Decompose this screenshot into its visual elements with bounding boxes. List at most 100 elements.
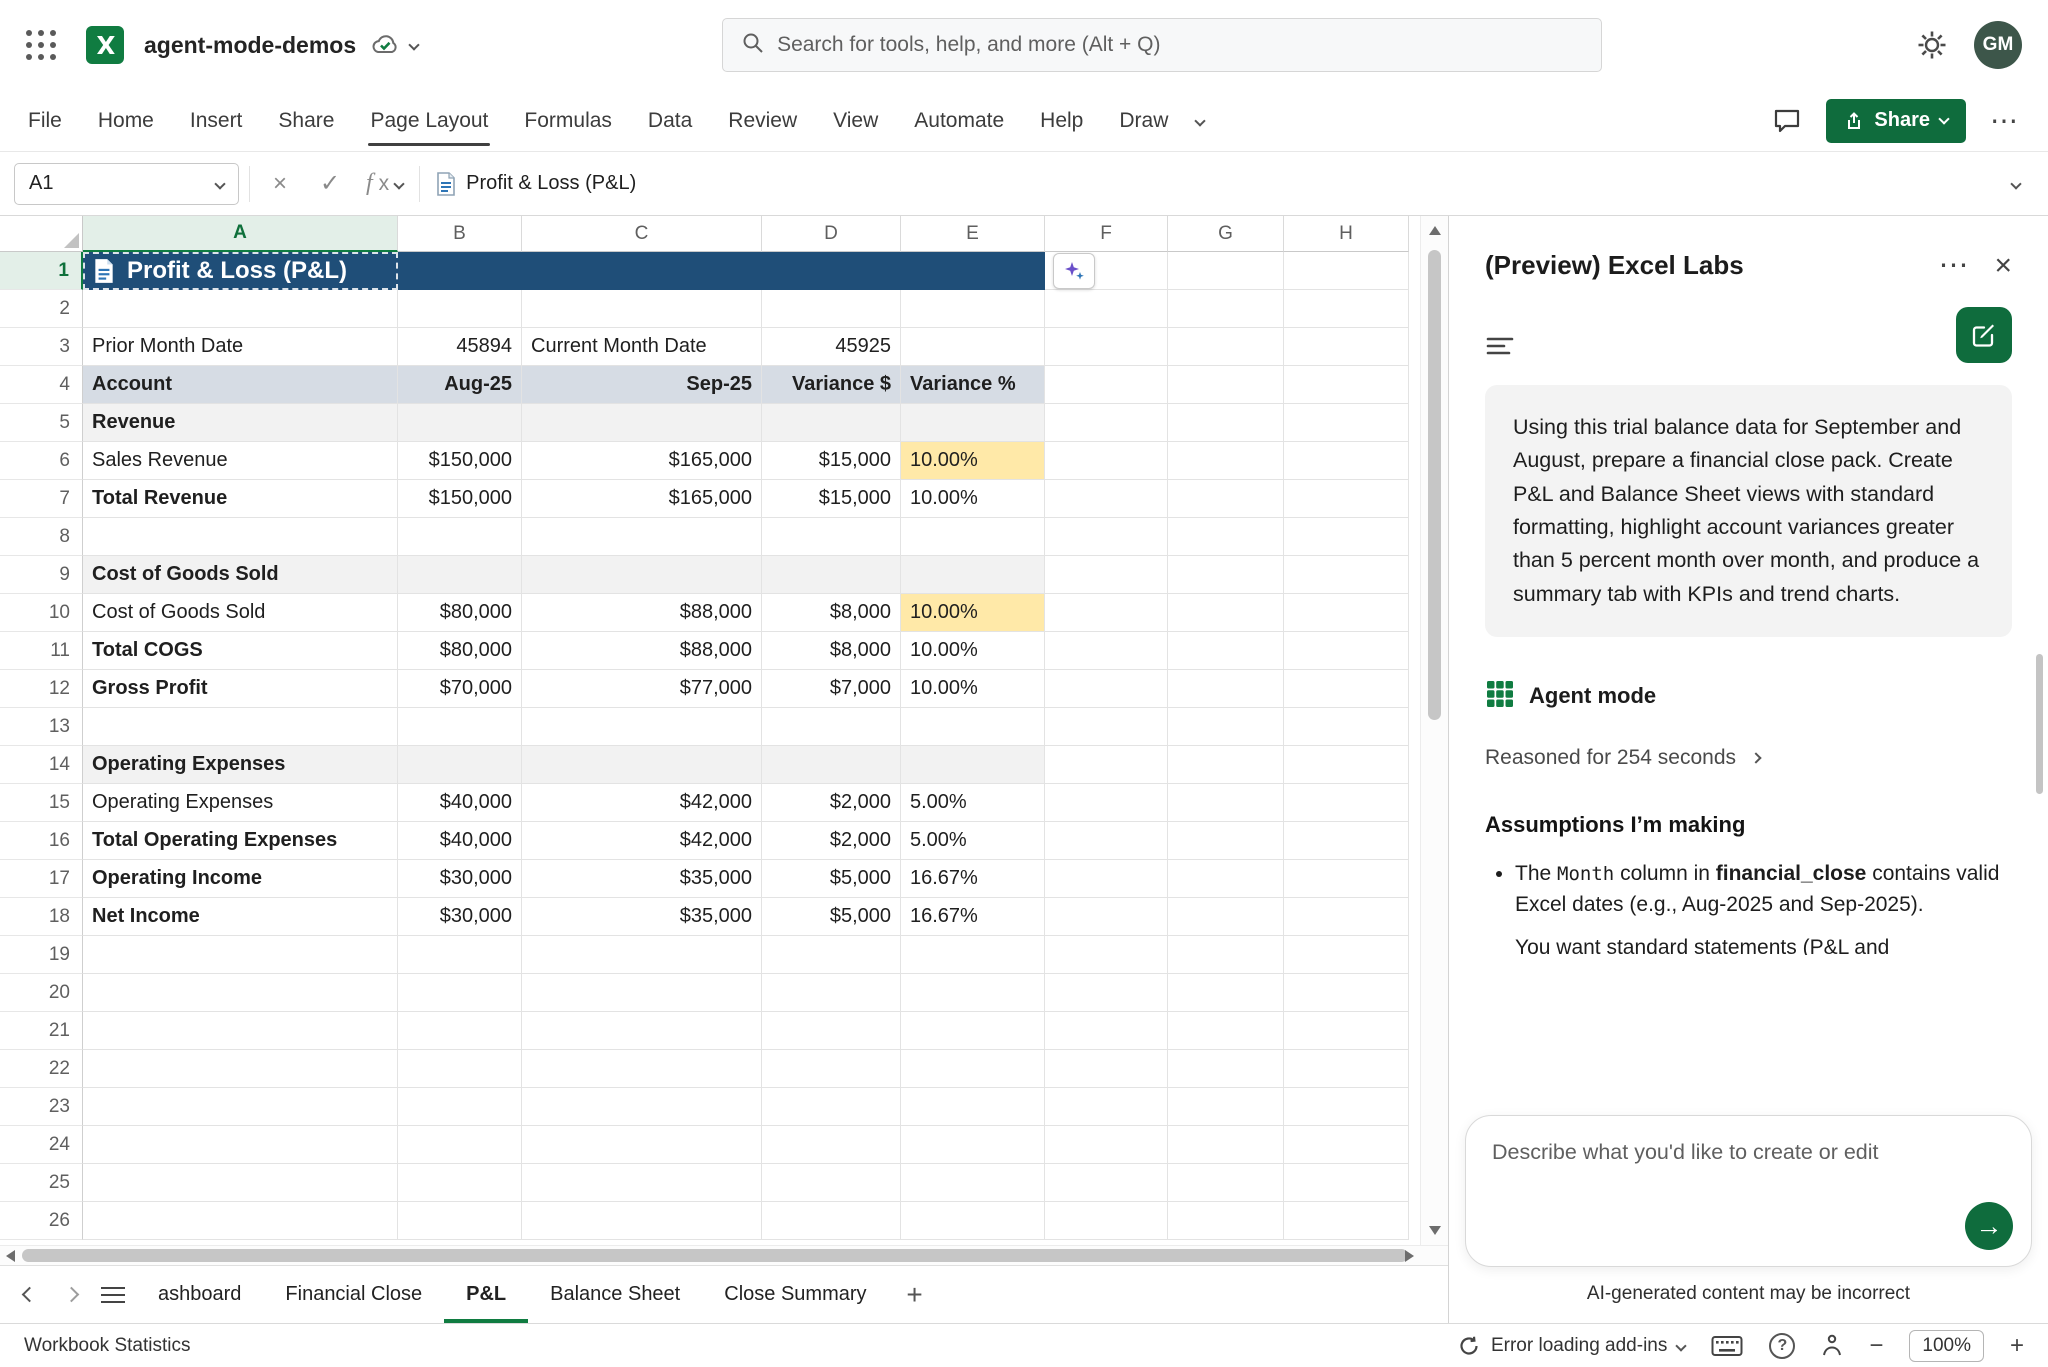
panel-more-icon[interactable]: ⋯ <box>1938 251 1968 281</box>
row-header-11[interactable]: 11 <box>0 632 83 670</box>
cell-F2[interactable] <box>1045 290 1168 328</box>
cell-D13[interactable] <box>762 708 901 746</box>
ribbon-overflow-icon[interactable]: ⋯ <box>1990 107 2020 135</box>
cell-D5[interactable] <box>762 404 901 442</box>
scroll-down-icon[interactable] <box>1429 1226 1441 1235</box>
cell-F6[interactable] <box>1045 442 1168 480</box>
cell-C21[interactable] <box>522 1012 762 1050</box>
cell-B6[interactable]: $150,000 <box>398 442 522 480</box>
cell-A4[interactable]: Account <box>83 366 398 404</box>
cell-C15[interactable]: $42,000 <box>522 784 762 822</box>
app-launcher-icon[interactable] <box>26 30 56 60</box>
cell-D26[interactable] <box>762 1202 901 1240</box>
cell-B23[interactable] <box>398 1088 522 1126</box>
cell-E25[interactable] <box>901 1164 1045 1202</box>
cell-G12[interactable] <box>1168 670 1284 708</box>
cell-F25[interactable] <box>1045 1164 1168 1202</box>
cell-A14[interactable]: Operating Expenses <box>83 746 398 784</box>
ribbon-tab-view[interactable]: View <box>833 90 878 151</box>
saved-cloud-icon[interactable] <box>370 33 400 57</box>
cell-H14[interactable] <box>1284 746 1409 784</box>
cell-F5[interactable] <box>1045 404 1168 442</box>
cell-H6[interactable] <box>1284 442 1409 480</box>
cell-F26[interactable] <box>1045 1202 1168 1240</box>
cell-H9[interactable] <box>1284 556 1409 594</box>
cell-C10[interactable]: $88,000 <box>522 594 762 632</box>
cell-F21[interactable] <box>1045 1012 1168 1050</box>
sheet-nav-right-icon[interactable] <box>52 1266 90 1323</box>
cell-B26[interactable] <box>398 1202 522 1240</box>
column-header-H[interactable]: H <box>1284 216 1409 252</box>
cell-F13[interactable] <box>1045 708 1168 746</box>
cell-G9[interactable] <box>1168 556 1284 594</box>
cell-D19[interactable] <box>762 936 901 974</box>
cell-C12[interactable]: $77,000 <box>522 670 762 708</box>
row-header-22[interactable]: 22 <box>0 1050 83 1088</box>
quick-analysis-sparkle-icon[interactable] <box>1053 253 1095 289</box>
row-header-3[interactable]: 3 <box>0 328 83 366</box>
cell-G11[interactable] <box>1168 632 1284 670</box>
sheet-nav-left-icon[interactable] <box>10 1266 48 1323</box>
cell-C24[interactable] <box>522 1126 762 1164</box>
enter-icon[interactable]: ✓ <box>310 164 350 204</box>
row-header-23[interactable]: 23 <box>0 1088 83 1126</box>
cell-G1[interactable] <box>1168 252 1284 290</box>
row-header-21[interactable]: 21 <box>0 1012 83 1050</box>
ribbon-tab-review[interactable]: Review <box>728 90 797 151</box>
cell-E16[interactable]: 5.00% <box>901 822 1045 860</box>
cell-A24[interactable] <box>83 1126 398 1164</box>
row-header-1[interactable]: 1 <box>0 252 83 290</box>
cell-G15[interactable] <box>1168 784 1284 822</box>
cell-H12[interactable] <box>1284 670 1409 708</box>
cell-H11[interactable] <box>1284 632 1409 670</box>
search-input[interactable] <box>777 33 1583 57</box>
cell-A1-title[interactable]: Profit & Loss (P&L) <box>83 252 1045 290</box>
zoom-out-button[interactable]: − <box>1869 1332 1883 1360</box>
cell-C4[interactable]: Sep-25 <box>522 366 762 404</box>
cell-F23[interactable] <box>1045 1088 1168 1126</box>
cell-H4[interactable] <box>1284 366 1409 404</box>
cell-C20[interactable] <box>522 974 762 1012</box>
cell-E2[interactable] <box>901 290 1045 328</box>
row-header-20[interactable]: 20 <box>0 974 83 1012</box>
cell-E9[interactable] <box>901 556 1045 594</box>
cell-H21[interactable] <box>1284 1012 1409 1050</box>
chat-history-icon[interactable] <box>1485 334 1515 363</box>
cell-H15[interactable] <box>1284 784 1409 822</box>
cell-F19[interactable] <box>1045 936 1168 974</box>
cell-A5[interactable]: Revenue <box>83 404 398 442</box>
cell-C17[interactable]: $35,000 <box>522 860 762 898</box>
row-header-17[interactable]: 17 <box>0 860 83 898</box>
cell-D25[interactable] <box>762 1164 901 1202</box>
cell-D7[interactable]: $15,000 <box>762 480 901 518</box>
formula-bar-expand-icon[interactable] <box>2010 178 2021 189</box>
reasoned-toggle[interactable]: Reasoned for 254 seconds <box>1485 746 2012 770</box>
cell-D24[interactable] <box>762 1126 901 1164</box>
cell-D6[interactable]: $15,000 <box>762 442 901 480</box>
cell-H25[interactable] <box>1284 1164 1409 1202</box>
cell-C8[interactable] <box>522 518 762 556</box>
cell-B21[interactable] <box>398 1012 522 1050</box>
cell-E22[interactable] <box>901 1050 1045 1088</box>
column-header-G[interactable]: G <box>1168 216 1284 252</box>
cell-D20[interactable] <box>762 974 901 1012</box>
ribbon-tab-home[interactable]: Home <box>98 90 154 151</box>
cell-B16[interactable]: $40,000 <box>398 822 522 860</box>
cell-B9[interactable] <box>398 556 522 594</box>
cell-H7[interactable] <box>1284 480 1409 518</box>
vertical-scroll-thumb[interactable] <box>1428 250 1441 720</box>
horizontal-scrollbar[interactable] <box>0 1245 1448 1265</box>
sheet-tab-p-and-l[interactable]: P&L <box>444 1266 528 1323</box>
cell-G21[interactable] <box>1168 1012 1284 1050</box>
cell-D4[interactable]: Variance $ <box>762 366 901 404</box>
cell-A12[interactable]: Gross Profit <box>83 670 398 708</box>
row-header-2[interactable]: 2 <box>0 290 83 328</box>
send-button[interactable]: → <box>1965 1202 2013 1250</box>
cell-B3[interactable]: 45894 <box>398 328 522 366</box>
workbook-statistics-button[interactable]: Workbook Statistics <box>24 1335 190 1357</box>
column-header-C[interactable]: C <box>522 216 762 252</box>
cell-H24[interactable] <box>1284 1126 1409 1164</box>
cell-D23[interactable] <box>762 1088 901 1126</box>
column-header-A[interactable]: A <box>83 216 398 252</box>
horizontal-scroll-thumb[interactable] <box>22 1249 1408 1262</box>
